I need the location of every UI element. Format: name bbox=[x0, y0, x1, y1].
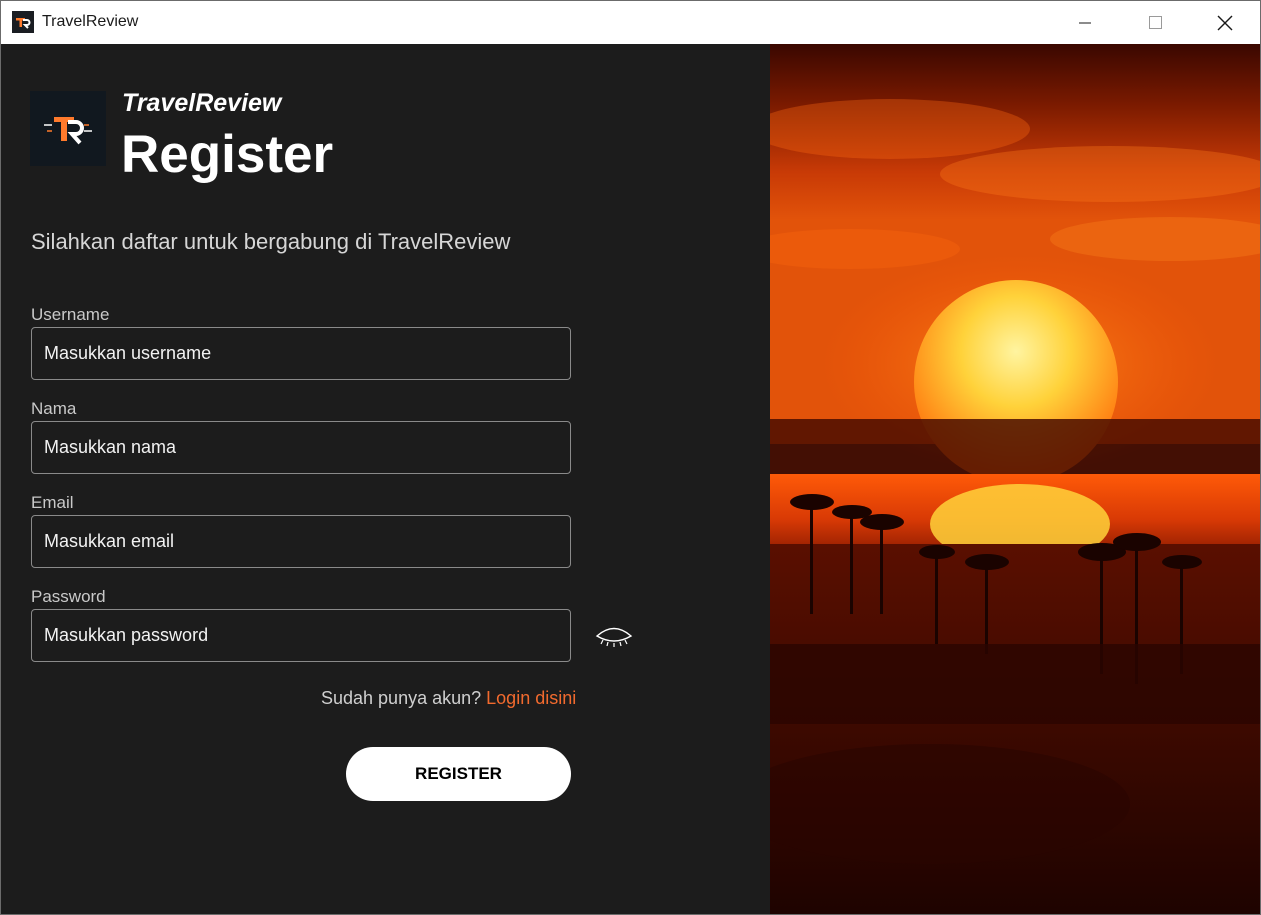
app-logo-icon bbox=[12, 11, 34, 33]
minimize-button[interactable] bbox=[1050, 1, 1120, 44]
page-subtitle: Silahkan daftar untuk bergabung di Trave… bbox=[31, 229, 511, 254]
login-link[interactable]: Login disini bbox=[486, 688, 576, 708]
username-label: Username bbox=[31, 305, 110, 324]
sunset-image bbox=[770, 44, 1260, 914]
login-prompt-text: Sudah punya akun? bbox=[321, 688, 482, 708]
password-input[interactable] bbox=[31, 609, 571, 662]
email-label: Email bbox=[31, 493, 74, 512]
brand-logo bbox=[30, 91, 106, 166]
window-title: TravelReview bbox=[42, 13, 139, 30]
username-input[interactable] bbox=[31, 327, 571, 380]
login-prompt: Sudah punya akun? Login disini bbox=[321, 688, 576, 709]
register-panel: TravelReview Register Silahkan daftar un… bbox=[1, 44, 770, 914]
app-window: TravelReview TravelReview Register Silah… bbox=[0, 0, 1261, 915]
minimize-icon bbox=[1079, 22, 1091, 24]
password-label: Password bbox=[31, 587, 106, 606]
email-input[interactable] bbox=[31, 515, 571, 568]
maximize-button[interactable] bbox=[1120, 1, 1190, 44]
nama-label: Nama bbox=[31, 399, 77, 418]
register-button[interactable]: REGISTER bbox=[346, 747, 571, 801]
page-title: Register bbox=[121, 125, 334, 184]
close-button[interactable] bbox=[1190, 1, 1260, 44]
maximize-icon bbox=[1149, 16, 1162, 29]
eye-closed-icon[interactable] bbox=[595, 623, 633, 649]
title-bar: TravelReview bbox=[1, 1, 1260, 45]
brand-name: TravelReview bbox=[122, 89, 282, 117]
close-icon bbox=[1217, 15, 1233, 31]
nama-input[interactable] bbox=[31, 421, 571, 474]
